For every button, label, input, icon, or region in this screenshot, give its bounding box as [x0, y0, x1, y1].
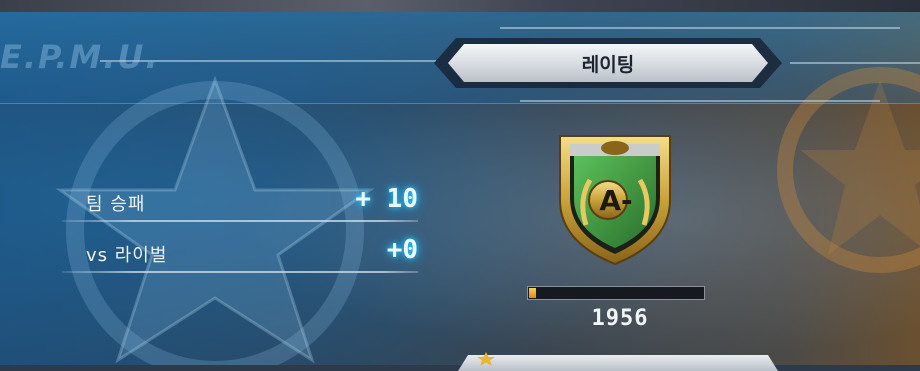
stat-label: vs 라이벌: [86, 245, 168, 266]
page-title: 레이팅: [581, 53, 635, 76]
stat-row-rival: vs 라이벌 +0: [62, 235, 418, 273]
stat-divider: [62, 220, 418, 222]
header-line-bottom: [520, 100, 880, 102]
top-strip: [0, 0, 920, 12]
stat-value: +0: [386, 235, 418, 265]
rating-progress-fill: [529, 288, 536, 298]
stat-label: 팀 승패: [86, 194, 146, 215]
header-line-right: [790, 62, 920, 64]
header-line-top: [500, 27, 900, 29]
rank-grade: A-: [599, 184, 632, 217]
right-emblem-icon: [777, 67, 920, 273]
header-line-left: [100, 60, 436, 62]
rank-shield-icon: A-: [559, 135, 671, 266]
stat-divider: [62, 271, 418, 273]
stat-row-team: 팀 승패 + 10: [62, 184, 418, 222]
star-icon: [477, 352, 495, 366]
title-plate: 레이팅: [448, 44, 768, 82]
rating-score: 1956: [591, 306, 649, 331]
bottom-plate: [458, 355, 778, 371]
stat-value: + 10: [355, 184, 418, 214]
rating-progress-bar: [527, 286, 705, 300]
